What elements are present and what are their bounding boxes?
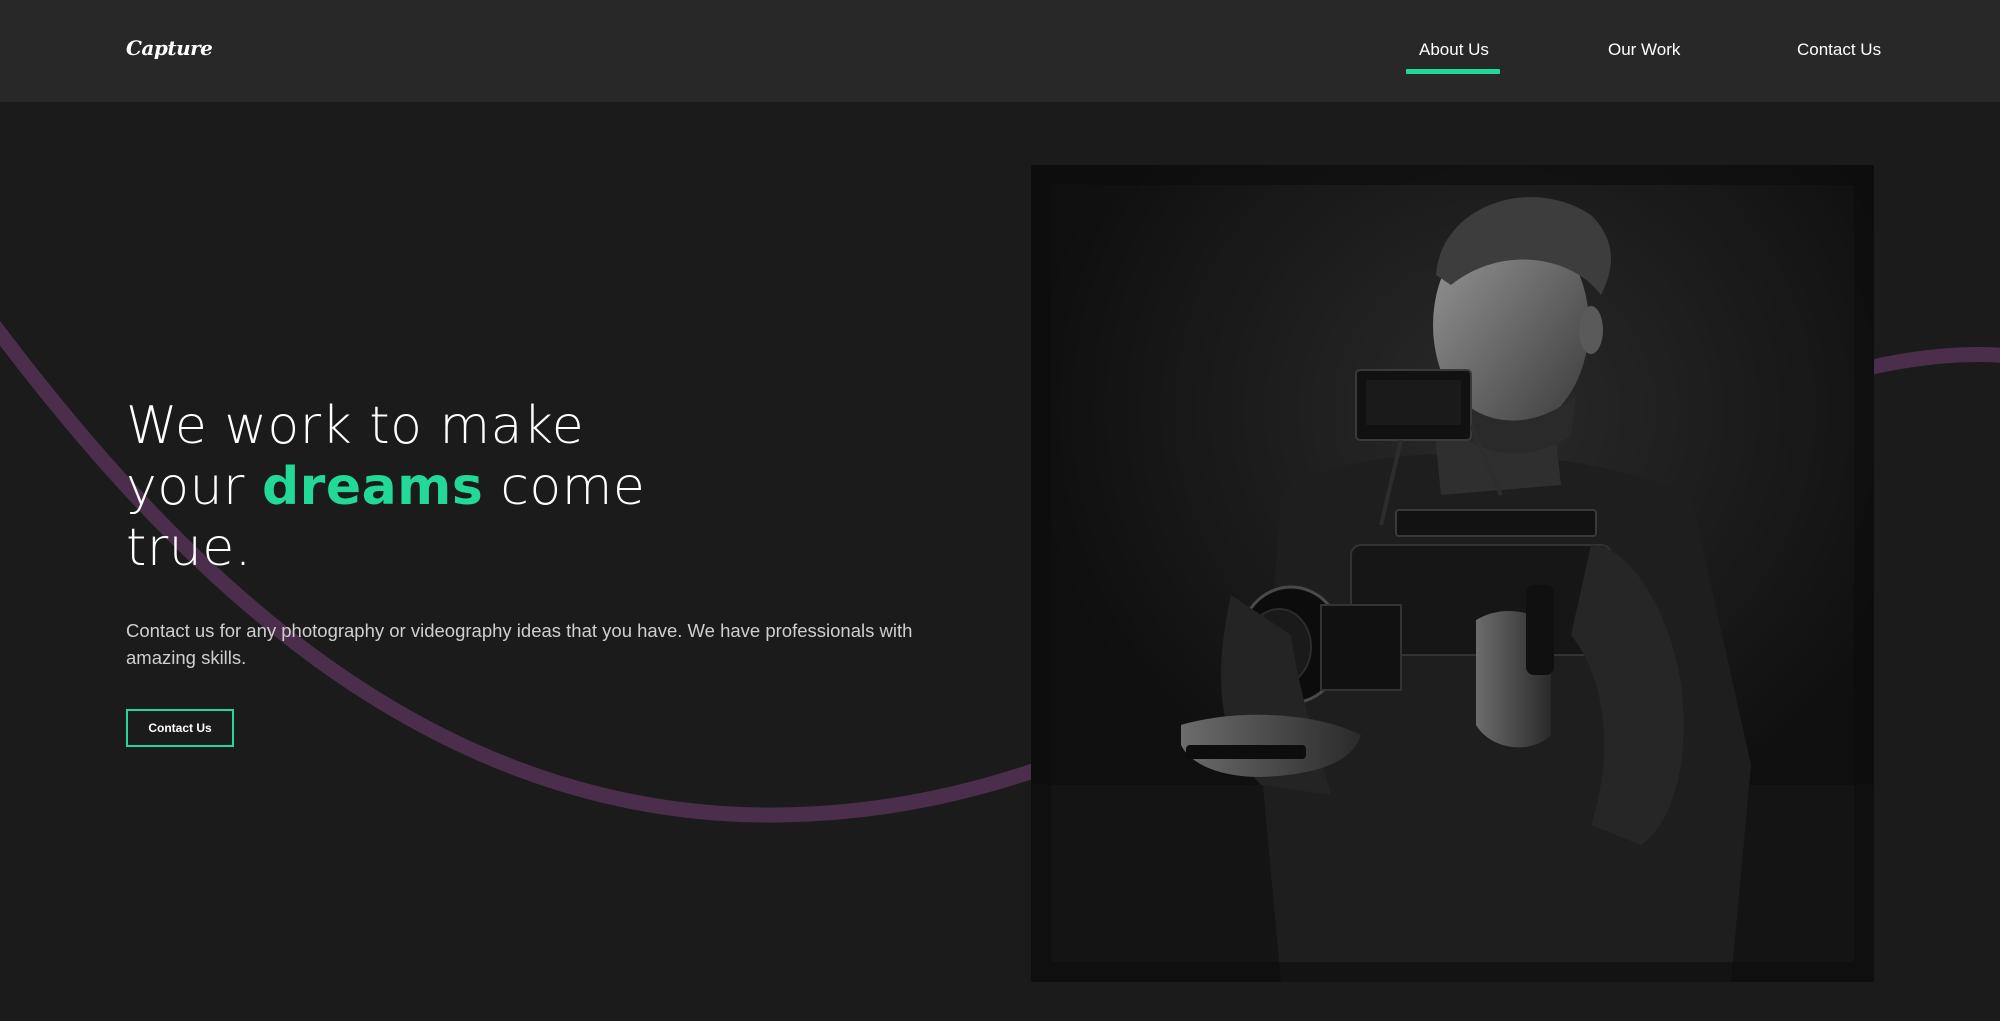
nav-active-underline bbox=[1406, 69, 1500, 74]
nav-contact-us[interactable]: Contact Us bbox=[1797, 40, 1881, 60]
headline-line-1: We work to make bbox=[126, 396, 585, 456]
nav-our-work[interactable]: Our Work bbox=[1608, 40, 1680, 60]
headline-line-2-after: come bbox=[483, 457, 646, 517]
site-header: Capture About Us Our Work Contact Us bbox=[0, 0, 2000, 102]
logo[interactable]: Capture bbox=[126, 36, 213, 60]
hero-headline: We work to make your dreams come true. bbox=[126, 396, 946, 579]
headline-line-2-before: your bbox=[126, 457, 262, 517]
contact-us-button[interactable]: Contact Us bbox=[126, 709, 234, 747]
nav-about-us[interactable]: About Us bbox=[1419, 40, 1489, 60]
hero-section: We work to make your dreams come true. bbox=[126, 396, 946, 579]
hero-photo-videographer bbox=[1031, 165, 1874, 982]
headline-accent-word: dreams bbox=[261, 457, 484, 517]
hero-description: Contact us for any photography or videog… bbox=[126, 620, 913, 668]
headline-line-3: true. bbox=[126, 518, 252, 578]
